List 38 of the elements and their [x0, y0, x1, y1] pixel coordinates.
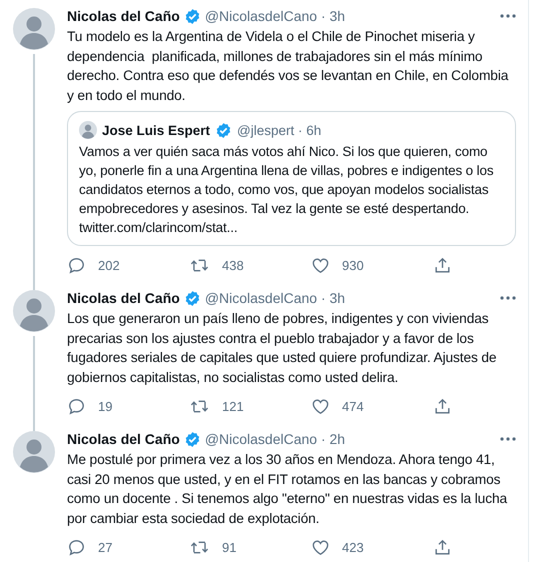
more-icon[interactable] — [500, 14, 516, 18]
retweet-count: 438 — [222, 258, 244, 272]
tweet-text: Tu modelo es la Argentina de Videla o el Chile de Pinochet miseria y dependencia planificada, millones de trabajadores sin el más mínimo derecho. Contra eso que defendés vos se levantan en Chile, en Colombia y en todo el mundo. — [67, 28, 510, 105]
handle-time: @jlespert · 6h — [237, 122, 322, 138]
reply-icon[interactable] — [67, 538, 86, 556]
reply-count: 27 — [98, 540, 112, 554]
more-icon[interactable] — [500, 296, 516, 300]
handle-time: @NicolasdelCano · 3h — [204, 290, 346, 306]
tweet-link[interactable]: twitter.com/clarincom/stat... — [79, 218, 238, 237]
like-count: 423 — [342, 540, 364, 554]
avatar[interactable] — [13, 431, 55, 473]
heart-icon[interactable] — [311, 396, 330, 416]
like-count: 930 — [342, 258, 364, 272]
retweet-count: 121 — [222, 398, 244, 414]
more-icon[interactable] — [500, 437, 516, 441]
share-icon[interactable] — [433, 396, 452, 416]
author-name[interactable]: Nicolas del Caño — [67, 431, 180, 447]
share-icon[interactable] — [433, 538, 452, 556]
reply-icon[interactable] — [67, 256, 86, 274]
like-count: 474 — [342, 398, 364, 414]
tweet-text: Me postulé por primera vez a los 30 años en Mendoza. Ahora tengo 41, casi 20 menos que usted, y en el FIT rotamos en las bancas y cobramos como un docente . Si tenemos algo "eterno" en nuestras vidas es la lucha por cambiar esta sociedad de explotación. — [67, 451, 508, 528]
tweet-text: Los que generaron un país lleno de pobres, indigentes y con viviendas precarias son los ajustes contra el pueblo trabajador y a favor de los fugadores seriales de capitales que usted quiere profundizar. Ajustes de gobiernos capitalistas, no socialistas como usted delira. — [67, 310, 498, 387]
quote-text: Vamos a ver quién saca más votos ahí Nico. Si los que quieren, como yo, ponerle fin a una Argentina llena de villas, pobres e indigentes o los candidatos eternos a todo, como vos, que apoyan modelos socialistas empobrecedores y asesinos. Tal vez la gente se esté despertando. — [79, 143, 494, 218]
heart-icon[interactable] — [311, 256, 330, 274]
retweet-count: 91 — [222, 540, 236, 554]
avatar[interactable] — [79, 121, 97, 139]
handle-time: @NicolasdelCano · 3h — [204, 8, 346, 24]
reply-icon[interactable] — [67, 396, 86, 416]
avatar[interactable] — [13, 290, 55, 332]
avatar[interactable] — [13, 8, 55, 50]
author-name[interactable]: Nicolas del Caño — [67, 290, 180, 306]
author-name[interactable]: Nicolas del Caño — [67, 8, 180, 24]
author-name[interactable]: Jose Luis Espert — [102, 122, 210, 138]
share-icon[interactable] — [433, 256, 452, 274]
heart-icon[interactable] — [311, 538, 330, 556]
reply-count: 202 — [98, 258, 120, 272]
handle-time: @NicolasdelCano · 2h — [204, 431, 346, 447]
reply-count: 19 — [98, 398, 112, 414]
